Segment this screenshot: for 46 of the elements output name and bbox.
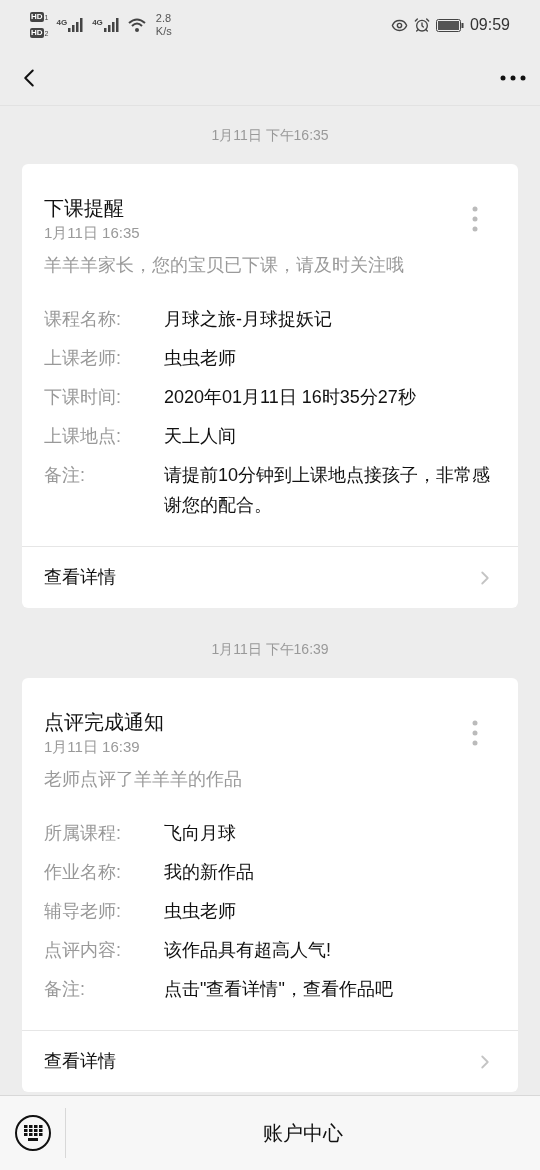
view-details-link[interactable]: 查看详情 — [22, 1030, 518, 1092]
field-value: 天上人间 — [164, 425, 237, 448]
more-button[interactable] — [500, 74, 526, 81]
field-value: 月球之旅-月球捉妖记 — [164, 308, 333, 331]
card-date: 1月11日 16:39 — [44, 737, 141, 757]
field-label: 备注: — [44, 978, 86, 1001]
field-value: 虫虫老师 — [164, 347, 237, 370]
field-value: 请提前10分钟到上课地点接孩子，非常感谢您的配合。 — [164, 464, 492, 517]
field-label: 下课时间: — [44, 386, 122, 409]
field-value: 该作品具有超高人气! — [164, 939, 332, 962]
field-value: 2020年01月11日 16时35分27秒 — [164, 386, 417, 409]
field-value: 虫虫老师 — [164, 900, 237, 923]
card-title: 下课提醒 — [44, 196, 125, 221]
network-speed: K/s — [155, 25, 172, 38]
field-label: 课程名称: — [44, 308, 122, 331]
network-speed: 2.8 — [155, 12, 172, 25]
field-value: 点击"查看详情"，查看作品吧 — [164, 978, 394, 1001]
field-label: 辅导老师: — [44, 900, 122, 923]
sim-badge: HD — [30, 28, 44, 38]
field-label: 所属课程: — [44, 822, 122, 845]
signal-icon — [103, 18, 120, 32]
field-label: 作业名称: — [44, 861, 122, 884]
wifi-icon — [127, 18, 146, 32]
field-label: 上课老师: — [44, 347, 122, 370]
network-type: 4G — [56, 18, 68, 28]
message-timestamp: 1月11日 下午16:35 — [211, 125, 329, 145]
battery-icon — [435, 18, 464, 32]
field-label: 上课地点: — [44, 425, 122, 448]
card-title: 点评完成通知 — [44, 710, 164, 735]
view-details-link[interactable]: 查看详情 — [22, 546, 518, 608]
card-summary: 老师点评了羊羊羊的作品 — [43, 768, 243, 791]
keyboard-button[interactable] — [14, 1115, 51, 1151]
signal-icon — [68, 18, 85, 32]
card-date: 1月11日 16:35 — [44, 223, 140, 243]
more-icon — [500, 74, 526, 81]
field-value: 我的新作品 — [164, 861, 255, 884]
network-type: 4G — [92, 18, 103, 28]
message-timestamp: 1月11日 下午16:39 — [211, 639, 329, 659]
keyboard-icon — [22, 1125, 43, 1141]
field-label: 备注: — [44, 464, 86, 487]
card-summary: 羊羊羊家长，您的宝贝已下课，请及时关注哦 — [43, 254, 405, 277]
alarm-icon — [413, 17, 430, 33]
field-label: 点评内容: — [44, 939, 122, 962]
sim-badge: HD — [30, 12, 44, 22]
clock-time: 09:59 — [469, 15, 510, 35]
field-value: 飞向月球 — [164, 822, 237, 845]
